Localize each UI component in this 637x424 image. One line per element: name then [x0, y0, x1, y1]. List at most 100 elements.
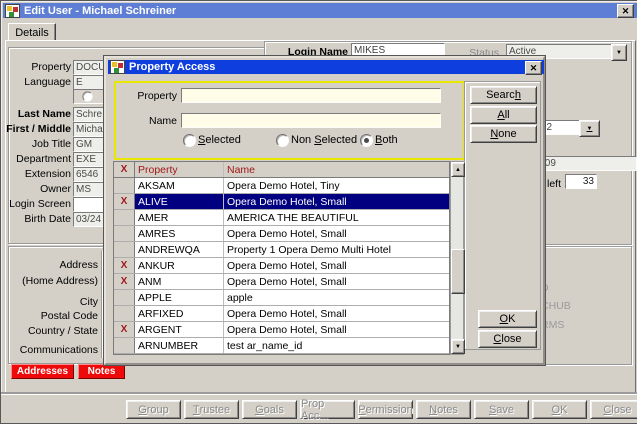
radio-selected-icon[interactable]	[183, 134, 196, 147]
radio-both-label[interactable]: Both	[375, 134, 398, 146]
header-name[interactable]: Name	[224, 162, 449, 177]
toolbar-button-ok[interactable]: OK	[532, 400, 587, 419]
table-row[interactable]: APPLEapple	[114, 290, 449, 306]
x-mark-cell	[114, 178, 135, 193]
table-body: AKSAMOpera Demo Hotel, TinyXALIVEOpera D…	[114, 178, 449, 354]
x-mark-cell: X	[114, 258, 135, 273]
property-table: X Property Name AKSAMOpera Demo Hotel, T…	[113, 161, 450, 355]
toolbar-button-permission[interactable]: Permission	[358, 400, 413, 419]
header-property[interactable]: Property	[135, 162, 224, 177]
postal-code-label: Postal Code	[1, 310, 98, 322]
none-button[interactable]: None	[470, 125, 537, 143]
x-mark-cell	[114, 226, 135, 241]
right-fragment-2: CHUB	[541, 300, 571, 312]
radio-both-icon[interactable]	[360, 134, 373, 147]
table-row[interactable]: XARGENTOpera Demo Hotel, Small	[114, 322, 449, 338]
scroll-down-icon[interactable]: ▼	[451, 339, 465, 354]
status-dropdown-icon[interactable]: ▼	[611, 44, 627, 61]
x-mark-cell	[114, 242, 135, 257]
x-mark-cell: X	[114, 274, 135, 289]
language-label: Language	[1, 76, 71, 88]
last-name-label: Last Name	[1, 108, 71, 120]
property-cell: ARGENT	[135, 322, 224, 337]
app-icon	[5, 4, 20, 18]
scroll-up-icon[interactable]: ▲	[451, 162, 465, 177]
dialog-property-label: Property	[106, 90, 177, 102]
x-mark-cell	[114, 338, 135, 353]
extension-label: Extension	[1, 168, 71, 180]
ok-button[interactable]: OK	[478, 310, 537, 328]
table-row[interactable]: AKSAMOpera Demo Hotel, Tiny	[114, 178, 449, 194]
x-mark-cell	[114, 290, 135, 305]
addresses-button[interactable]: Addresses	[11, 364, 74, 379]
property-cell: ALIVE	[135, 194, 224, 209]
edit-user-window: Edit User - Michael Schreiner ✕ Details …	[0, 0, 637, 424]
toolbar-button-notes[interactable]: Notes	[416, 400, 471, 419]
property-cell: ANKUR	[135, 258, 224, 273]
header-x[interactable]: X	[114, 162, 135, 177]
x-mark-cell: X	[114, 322, 135, 337]
dialog-property-input[interactable]	[181, 88, 441, 103]
name-cell: Property 1 Opera Demo Multi Hotel	[224, 242, 449, 257]
table-row[interactable]: XALIVEOpera Demo Hotel, Small	[114, 194, 449, 210]
toolbar-button-close[interactable]: Close	[590, 400, 637, 419]
table-row[interactable]: XANKUROpera Demo Hotel, Small	[114, 258, 449, 274]
notes-red-button[interactable]: Notes	[78, 364, 125, 379]
communications-label: Communications	[1, 344, 98, 356]
radio-selected-label[interactable]: Selected	[198, 134, 241, 146]
table-row[interactable]: AMERAMERICA THE BEAUTIFUL	[114, 210, 449, 226]
property-cell: APPLE	[135, 290, 224, 305]
name-cell: apple	[224, 290, 449, 305]
close-button[interactable]: Close	[478, 330, 537, 348]
home-address-label: (Home Address)	[1, 275, 98, 287]
table-row[interactable]: ARNUMBERtest ar_name_id	[114, 338, 449, 354]
hidden-radio-icon[interactable]	[82, 91, 92, 101]
toolbar-buttons: GroupTrusteeGoalsProp Acc...PermissionNo…	[126, 400, 637, 419]
address-divider	[101, 251, 102, 358]
job-title-label: Job Title	[1, 138, 71, 150]
toolbar-button-trustee[interactable]: Trustee	[184, 400, 239, 419]
property-cell: ANM	[135, 274, 224, 289]
search-button[interactable]: Search	[470, 86, 537, 104]
table-row[interactable]: ANDREWQAProperty 1 Opera Demo Multi Hote…	[114, 242, 449, 258]
department-label: Department	[1, 153, 71, 165]
name-cell: Opera Demo Hotel, Small	[224, 194, 449, 209]
name-cell: test ar_name_id	[224, 338, 449, 353]
property-access-dialog: Property Access ✕ Property Name Selected…	[104, 56, 545, 365]
toolbar-button-goals[interactable]: Goals	[242, 400, 297, 419]
table-row[interactable]: AMRESOpera Demo Hotel, Small	[114, 226, 449, 242]
lov-button-icon[interactable]: ▼	[579, 120, 600, 137]
radio-non-selected-label[interactable]: Non Selected	[291, 134, 357, 146]
login-screen-label: Login Screen	[1, 198, 71, 210]
dialog-titlebar[interactable]: Property Access	[108, 60, 544, 74]
table-row[interactable]: XANMOpera Demo Hotel, Small	[114, 274, 449, 290]
table-row[interactable]: ARFIXEDOpera Demo Hotel, Small	[114, 306, 449, 322]
scrollbar-thumb[interactable]	[451, 249, 465, 294]
property-cell: AMER	[135, 210, 224, 225]
address-label: Address	[1, 259, 98, 271]
name-cell: Opera Demo Hotel, Small	[224, 226, 449, 241]
city-label: City	[1, 296, 98, 308]
property-cell: ARNUMBER	[135, 338, 224, 353]
name-cell: AMERICA THE BEAUTIFUL	[224, 210, 449, 225]
name-cell: Opera Demo Hotel, Tiny	[224, 178, 449, 193]
x-mark-cell: X	[114, 194, 135, 209]
table-scrollbar[interactable]: ▲ ▼	[450, 161, 464, 355]
dialog-title: Property Access	[129, 61, 215, 73]
window-titlebar[interactable]: Edit User - Michael Schreiner	[3, 3, 637, 18]
window-close-icon[interactable]: ✕	[617, 4, 634, 18]
toolbar-button-group[interactable]: Group	[126, 400, 181, 419]
property-cell: AKSAM	[135, 178, 224, 193]
dialog-close-icon[interactable]: ✕	[525, 61, 542, 75]
dialog-name-input[interactable]	[181, 113, 441, 128]
country-state-label: Country / State	[1, 325, 98, 337]
all-button[interactable]: All	[470, 106, 537, 124]
dialog-name-label: Name	[106, 115, 177, 127]
first-middle-label: First / Middle	[1, 123, 71, 135]
name-cell: Opera Demo Hotel, Small	[224, 274, 449, 289]
toolbar-button-prop-acc[interactable]: Prop Acc...	[300, 400, 355, 419]
days-left-value: 33	[565, 174, 597, 189]
radio-non-selected-icon[interactable]	[276, 134, 289, 147]
toolbar-button-save[interactable]: Save	[474, 400, 529, 419]
property-cell: AMRES	[135, 226, 224, 241]
